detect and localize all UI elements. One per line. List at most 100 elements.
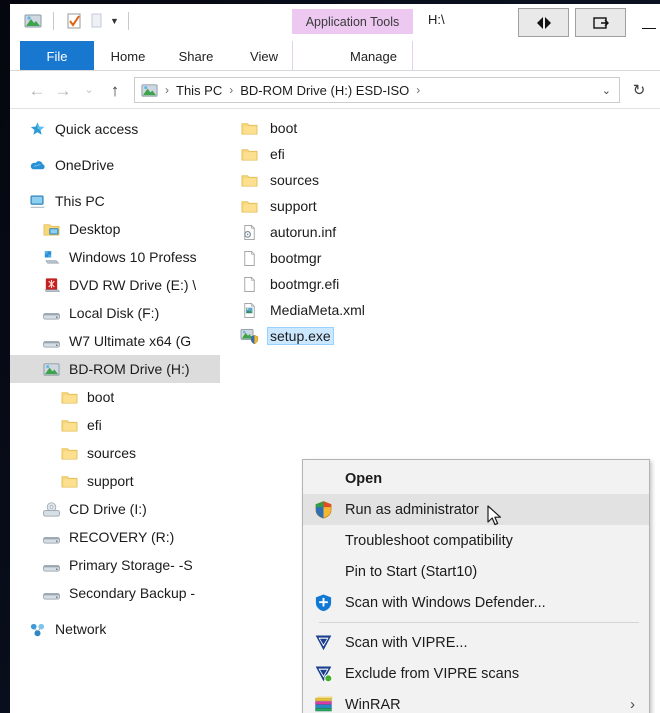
tab-manage[interactable]: Manage [313, 41, 434, 71]
tab-share[interactable]: Share [162, 41, 230, 71]
context-menu-item-winrar[interactable]: WinRAR › [303, 689, 649, 713]
context-menu-icon-placeholder [309, 467, 337, 491]
context-menu-item-troubleshoot-compatibility[interactable]: Troubleshoot compatibility [303, 525, 649, 556]
sidebar-item-cd-drive-i[interactable]: CD Drive (I:) [10, 495, 220, 523]
sidebar-item-bd-rom-drive-h[interactable]: BD-ROM Drive (H:) [10, 355, 220, 383]
refresh-button[interactable]: ↻ [626, 77, 652, 103]
restore-window-button[interactable] [575, 8, 626, 37]
this-pc-monitor-icon [26, 191, 48, 211]
context-menu-item-run-as-administrator[interactable]: Run as administrator [303, 494, 649, 525]
network-icon [26, 619, 48, 639]
sidebar-item-desktop[interactable]: Desktop [10, 215, 220, 243]
file-item-autorun-inf[interactable]: autorun.inf [220, 219, 660, 245]
file-item-efi[interactable]: efi [220, 141, 660, 167]
sidebar-item-efi[interactable]: efi [10, 411, 220, 439]
qat-divider-1 [53, 12, 54, 30]
sidebar-item-secondary-backup[interactable]: Secondary Backup - [10, 579, 220, 607]
back-button[interactable]: ← [24, 77, 50, 103]
sidebar-item-label: Local Disk (F:) [69, 305, 160, 321]
tab-view[interactable]: View [230, 41, 298, 71]
vipre-shield-icon [309, 631, 337, 655]
sidebar-item-windows-10-profess[interactable]: Windows 10 Profess [10, 243, 220, 271]
sidebar-item-quick-access[interactable]: Quick access [10, 115, 220, 143]
minimize-window-button[interactable] [632, 9, 660, 36]
sidebar-item-network[interactable]: Network [10, 615, 220, 643]
context-menu-item-open[interactable]: Open [303, 463, 649, 494]
customize-caret-icon[interactable]: ▼ [110, 16, 119, 26]
file-explorer-window: ▼ Application Tools H:\ File Home Share … [10, 4, 660, 713]
file-item-bootmgr-efi[interactable]: bootmgr.efi [220, 271, 660, 297]
sidebar-item-label: sources [87, 445, 137, 461]
file-item-label: boot [270, 120, 298, 136]
sidebar-item-boot[interactable]: boot [10, 383, 220, 411]
context-menu-item-label: Scan with VIPRE... [345, 634, 468, 651]
context-menu-item-label: Open [345, 470, 383, 487]
address-input[interactable]: › This PC › BD-ROM Drive (H:) ESD-ISO › … [134, 77, 620, 103]
breadcrumb-separator-2: › [229, 83, 234, 97]
folder-icon [238, 196, 260, 216]
breadcrumb-bd-rom-drive[interactable]: BD-ROM Drive (H:) ESD-ISO [238, 83, 411, 98]
context-menu-item-scan-with-vipre[interactable]: Scan with VIPRE... [303, 627, 649, 658]
breadcrumb-this-pc[interactable]: This PC [174, 83, 224, 98]
context-menu-item-pin-to-start-start10[interactable]: Pin to Start (Start10) [303, 556, 649, 587]
sidebar-item-this-pc[interactable]: This PC [10, 187, 220, 215]
sidebar-item-sources[interactable]: sources [10, 439, 220, 467]
address-dropdown-caret-icon[interactable]: ⌄ [602, 84, 611, 97]
forward-button[interactable]: → [50, 77, 76, 103]
blank-file-icon [238, 248, 260, 268]
file-item-support[interactable]: support [220, 193, 660, 219]
sidebar-item-primary-storage-s[interactable]: Primary Storage- -S [10, 551, 220, 579]
sidebar-item-label: Network [55, 621, 107, 637]
file-item-bootmgr[interactable]: bootmgr [220, 245, 660, 271]
context-menu-item-scan-with-windows-defender[interactable]: Scan with Windows Defender... [303, 587, 649, 618]
split-view-button[interactable] [518, 8, 569, 37]
sidebar-item-label: This PC [55, 193, 105, 209]
windows-defender-icon [309, 591, 337, 615]
sidebar-item-label: Desktop [69, 221, 121, 237]
folder-icon [238, 118, 260, 138]
sidebar-item-onedrive[interactable]: OneDrive [10, 151, 220, 179]
new-folder-icon[interactable] [85, 10, 107, 32]
file-item-boot[interactable]: boot [220, 115, 660, 141]
context-menu[interactable]: Open Run as administrator Troubleshoot com… [302, 459, 650, 713]
properties-checkmark-icon[interactable] [63, 10, 85, 32]
explorer-drive-icon[interactable] [22, 10, 44, 32]
file-item-mediameta-xml[interactable]: MediaMeta.xml [220, 297, 660, 323]
sidebar-item-w7-ultimate-x64-g[interactable]: W7 Ultimate x64 (G [10, 327, 220, 355]
title-bar: ▼ Application Tools H:\ [10, 4, 660, 41]
dvd-rw-drive-icon [40, 275, 62, 295]
breadcrumb-separator-3: › [416, 83, 421, 97]
sidebar-item-label: support [87, 473, 134, 489]
sidebar-item-local-disk-f[interactable]: Local Disk (F:) [10, 299, 220, 327]
recent-locations-button[interactable]: ⌄ [76, 77, 102, 103]
file-item-label: bootmgr.efi [270, 276, 340, 292]
file-item-label: support [270, 198, 317, 214]
sidebar-item-recovery-r[interactable]: RECOVERY (R:) [10, 523, 220, 551]
bd-rom-drive-icon [40, 359, 62, 379]
hard-disk-icon [40, 331, 62, 351]
windows-drive-icon [40, 247, 62, 267]
desktop-folder-icon [40, 219, 62, 239]
sidebar-item-label: boot [87, 389, 115, 405]
sidebar-item-label: CD Drive (I:) [69, 501, 147, 517]
context-menu-item-exclude-from-vipre-scans[interactable]: Exclude from VIPRE scans [303, 658, 649, 689]
context-menu-item-label: Exclude from VIPRE scans [345, 665, 520, 682]
window-controls [518, 8, 660, 37]
sidebar-item-label: efi [87, 417, 102, 433]
uac-shield-icon [309, 498, 337, 522]
sidebar-item-dvd-rw-drive-e[interactable]: DVD RW Drive (E:) \ [10, 271, 220, 299]
sidebar-item-support[interactable]: support [10, 467, 220, 495]
tab-file[interactable]: File [20, 41, 94, 71]
file-item-sources[interactable]: sources [220, 167, 660, 193]
up-one-level-button[interactable]: ↑ [102, 77, 128, 103]
file-item-setup-exe[interactable]: setup.exe [220, 323, 660, 349]
ribbon-tabs: File Home Share View Manage [10, 41, 434, 71]
navigation-pane[interactable]: Quick access OneDrive This PC Desktop Window… [10, 109, 220, 701]
cd-drive-icon [40, 499, 62, 519]
context-menu-item-label: WinRAR [345, 696, 401, 713]
tab-home[interactable]: Home [94, 41, 162, 71]
context-menu-item-label: Pin to Start (Start10) [345, 563, 478, 580]
application-tools-title: Application Tools [292, 9, 413, 34]
file-item-label: sources [270, 172, 320, 188]
